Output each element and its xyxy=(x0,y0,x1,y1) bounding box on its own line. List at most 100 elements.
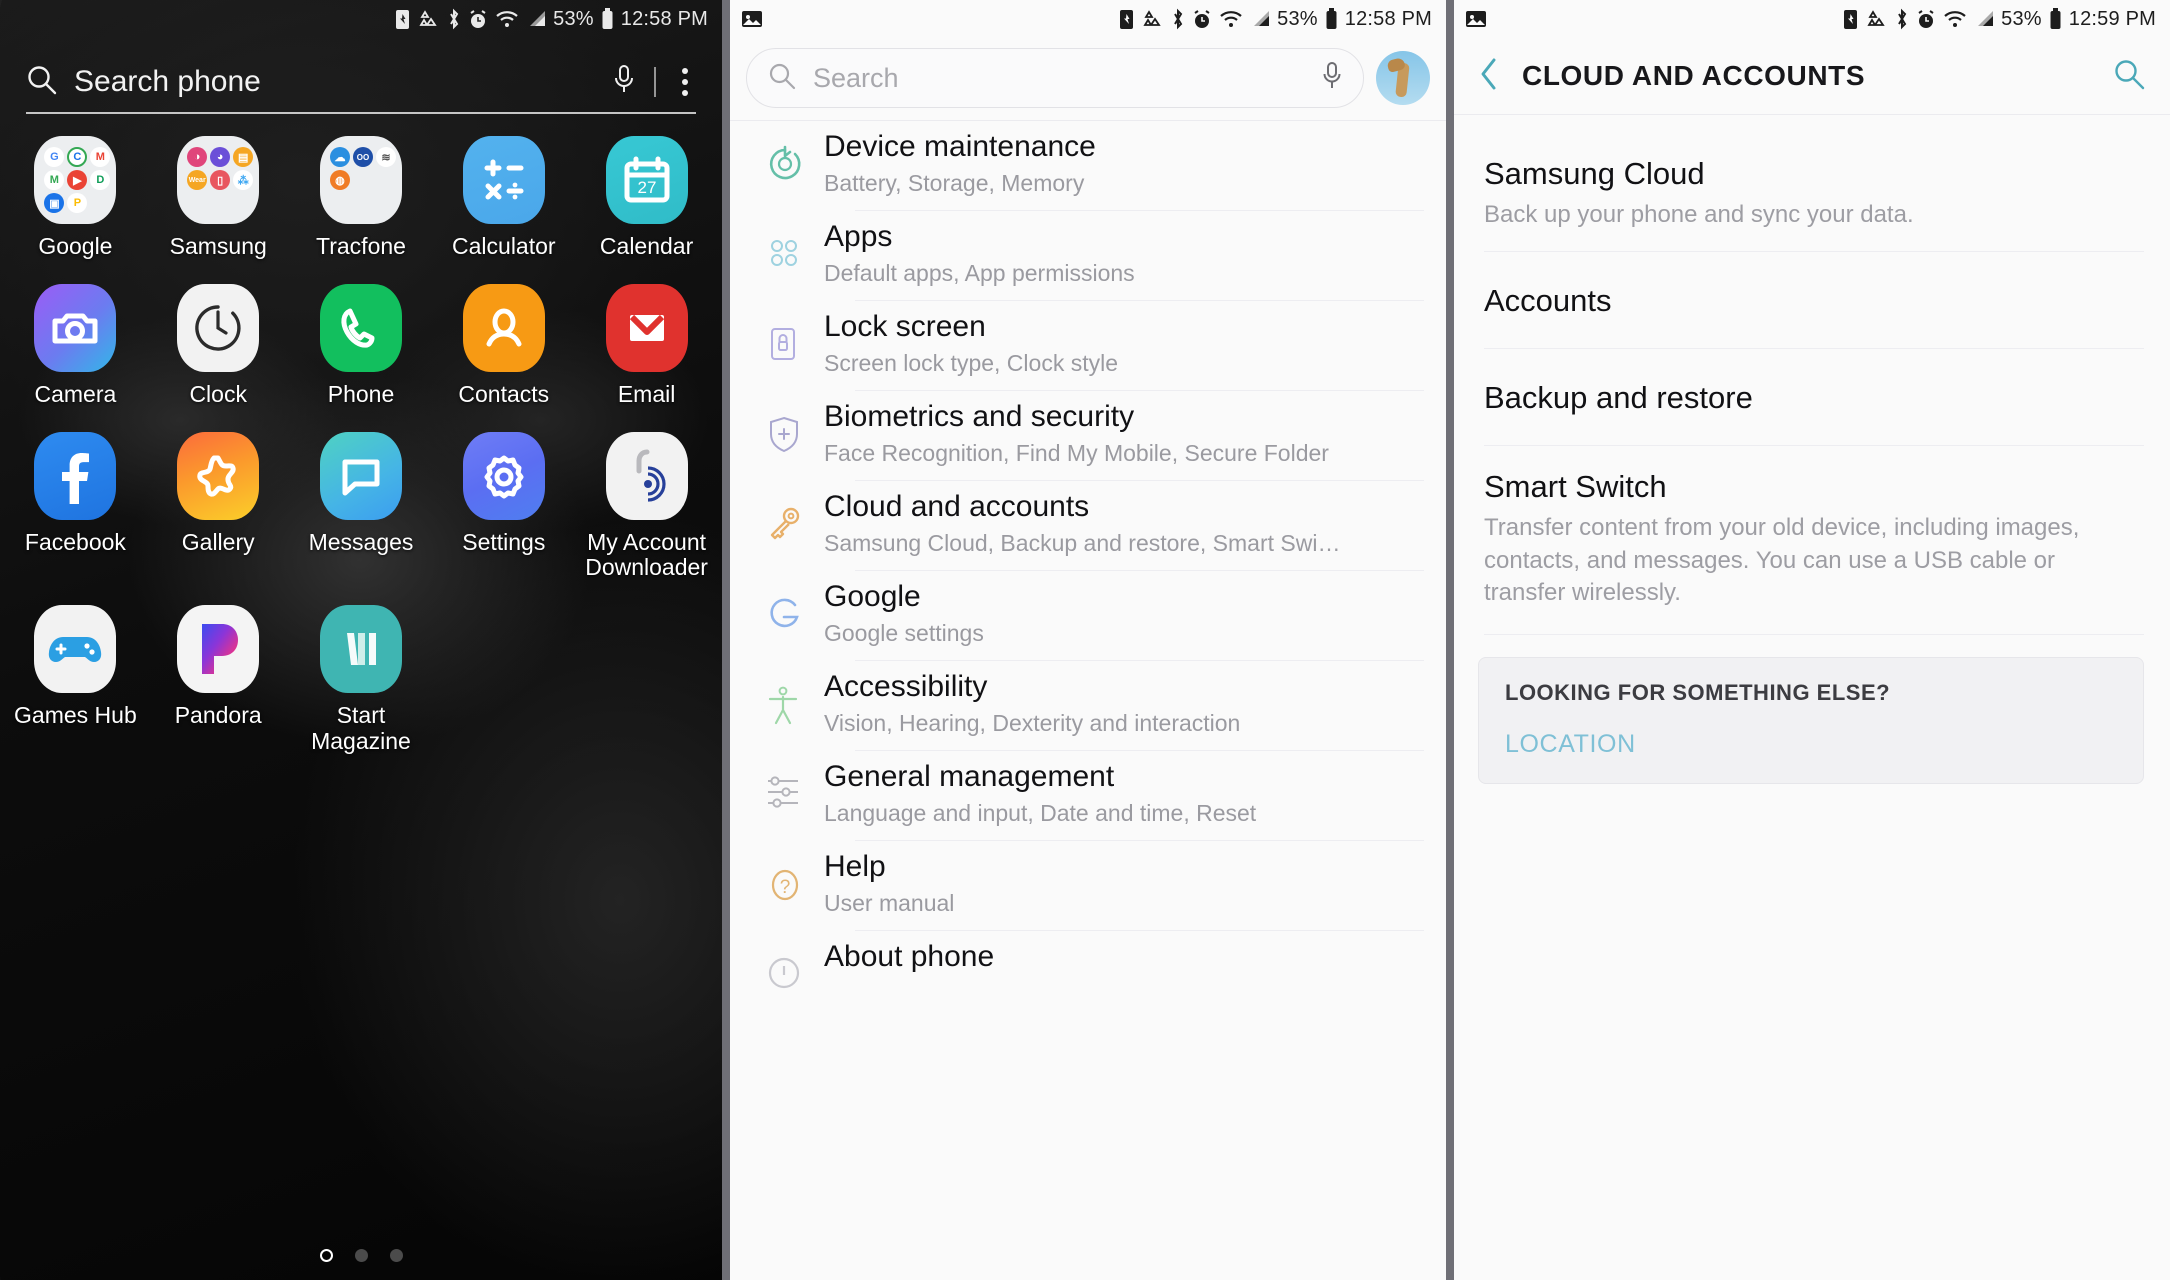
facebook-icon xyxy=(34,431,117,520)
app-item-camera[interactable]: Camera xyxy=(4,283,147,408)
app-item-facebook[interactable]: Facebook xyxy=(4,431,147,582)
cloud-and-accounts-panel: 53% 12:59 PM CLOUD AND ACCOUNTS Samsung … xyxy=(1454,0,2170,1280)
app-item-settings[interactable]: Settings xyxy=(432,431,575,582)
row-subtitle: Language and input, Date and time, Reset xyxy=(824,800,1257,827)
settings-row-about-phone[interactable]: About phone xyxy=(730,931,1446,1021)
folder-icon: ◑ ◕ ▤ Wear ▯ ⁂ xyxy=(177,136,260,224)
row-subtitle: Screen lock type, Clock style xyxy=(824,350,1119,377)
signal-icon xyxy=(526,10,546,28)
battery-icon xyxy=(601,8,614,30)
app-item-phone[interactable]: Phone xyxy=(290,283,433,408)
app-item-messages[interactable]: Messages xyxy=(290,431,433,582)
key-icon xyxy=(764,481,824,545)
app-label: Calculator xyxy=(452,233,556,259)
settings-row-accessibility[interactable]: Accessibility Vision, Hearing, Dexterity… xyxy=(730,661,1446,751)
page-dot-1[interactable] xyxy=(319,1249,333,1262)
row-divider xyxy=(1484,634,2144,636)
search-icon[interactable] xyxy=(2112,57,2146,96)
calendar-day: 27 xyxy=(637,178,656,197)
settings-row-google[interactable]: Google Google settings xyxy=(730,571,1446,661)
cloud-row-smart-switch[interactable]: Smart Switch Transfer content from your … xyxy=(1454,446,2170,636)
sliders-icon xyxy=(764,751,824,811)
app-item-calculator[interactable]: Calculator xyxy=(432,136,575,260)
settings-row-biometrics-and-security[interactable]: Biometrics and security Face Recognition… xyxy=(730,391,1446,481)
battery-percent: 53% xyxy=(1277,7,1318,30)
bluetooth-icon xyxy=(1895,8,1909,30)
app-item-pandora[interactable]: Pandora xyxy=(147,605,290,755)
app-item-start-magazine[interactable]: Start Magazine xyxy=(290,605,433,755)
search-input[interactable]: Search phone xyxy=(26,52,696,114)
image-notification-icon xyxy=(740,8,764,30)
svg-text:?: ? xyxy=(780,877,791,898)
app-item-calendar[interactable]: 27 Calendar xyxy=(575,136,718,260)
app-item-gallery[interactable]: Gallery xyxy=(147,431,290,582)
page-dot-3[interactable] xyxy=(389,1249,403,1262)
app-item-games-hub[interactable]: Games Hub xyxy=(4,605,147,755)
settings-list: Device maintenance Battery, Storage, Mem… xyxy=(730,103,1446,1021)
pandora-icon xyxy=(177,605,260,693)
back-chevron-icon[interactable] xyxy=(1476,55,1502,98)
cloud-row-accounts[interactable]: Accounts xyxy=(1454,252,2170,349)
app-label: Tracfone xyxy=(316,233,406,259)
row-title: Biometrics and security xyxy=(824,400,1135,433)
app-label: Settings xyxy=(462,528,546,555)
wifi-icon xyxy=(1219,9,1243,29)
app-label: Camera xyxy=(34,380,117,407)
app-item-email[interactable]: Email xyxy=(575,283,718,408)
search-placeholder: Search phone xyxy=(74,65,261,98)
app-item-contacts[interactable]: Contacts xyxy=(432,283,575,408)
microphone-icon[interactable] xyxy=(612,63,636,102)
settings-row-apps[interactable]: Apps Default apps, App permissions xyxy=(730,211,1446,301)
appbar-divider xyxy=(1454,114,2170,115)
app-label: Calendar xyxy=(599,233,694,259)
row-subtitle: Vision, Hearing, Dexterity and interacti… xyxy=(824,710,1241,737)
gallery-icon xyxy=(177,431,260,520)
folder-icon: G C M M ▶ D ▣ P xyxy=(34,136,117,224)
settings-row-cloud-and-accounts[interactable]: Cloud and accounts Samsung Cloud, Backup… xyxy=(730,481,1446,571)
app-item-tracfone-folder[interactable]: ☁ OO ≋ ◍ Tracfone xyxy=(290,136,433,260)
battery-icon xyxy=(1325,8,1338,30)
app-item-google-folder[interactable]: G C M M ▶ D ▣ P Google xyxy=(4,136,147,260)
row-title: Help xyxy=(824,850,886,883)
battery-percent: 53% xyxy=(553,7,594,30)
row-title: Backup and restore xyxy=(1484,379,1753,415)
app-item-clock[interactable]: Clock xyxy=(147,283,290,408)
location-link[interactable]: LOCATION xyxy=(1505,730,2117,759)
alarm-icon xyxy=(468,9,488,30)
app-label: Facebook xyxy=(24,528,126,555)
settings-row-help[interactable]: ? Help User manual xyxy=(730,841,1446,931)
app-label: Phone xyxy=(327,380,395,407)
card-title: LOOKING FOR SOMETHING ELSE? xyxy=(1505,680,1891,706)
cloud-row-backup-and-restore[interactable]: Backup and restore xyxy=(1454,349,2170,446)
settings-row-lock-screen[interactable]: Lock screen Screen lock type, Clock styl… xyxy=(730,301,1446,391)
bluetooth-icon xyxy=(1171,8,1185,30)
overflow-menu-icon[interactable] xyxy=(674,64,696,100)
avatar[interactable] xyxy=(1376,51,1430,105)
microphone-icon[interactable] xyxy=(1321,60,1343,97)
signal-icon xyxy=(1250,10,1270,28)
search-input[interactable]: Search xyxy=(746,48,1364,108)
messages-icon xyxy=(319,431,402,520)
app-item-my-account-downloader[interactable]: My Account Downloader xyxy=(575,431,718,582)
app-label: Messages xyxy=(308,528,414,555)
looking-for-something-else-card: LOOKING FOR SOMETHING ELSE? LOCATION xyxy=(1478,657,2144,785)
data-saver-icon xyxy=(1142,9,1164,29)
info-icon xyxy=(764,931,824,993)
cloud-row-samsung-cloud[interactable]: Samsung Cloud Back up your phone and syn… xyxy=(1454,133,2170,252)
bluetooth-icon xyxy=(447,8,461,30)
status-bar-settings: 53% 12:58 PM xyxy=(730,0,1446,38)
data-saver-icon xyxy=(1866,9,1888,29)
clock-time: 12:58 PM xyxy=(620,7,708,30)
page-dot-2[interactable] xyxy=(354,1249,368,1262)
camera-icon xyxy=(34,283,117,372)
data-saver-icon xyxy=(418,9,440,29)
settings-row-device-maintenance[interactable]: Device maintenance Battery, Storage, Mem… xyxy=(730,103,1446,211)
app-label: Gallery xyxy=(181,528,255,555)
page-indicator[interactable] xyxy=(0,1249,722,1262)
alarm-icon xyxy=(1916,9,1936,30)
settings-panel: 53% 12:58 PM Search Device maintenance B… xyxy=(730,0,1446,1280)
settings-row-general-management[interactable]: General management Language and input, D… xyxy=(730,751,1446,841)
app-item-samsung-folder[interactable]: ◑ ◕ ▤ Wear ▯ ⁂ Samsung xyxy=(147,136,290,260)
row-title: Cloud and accounts xyxy=(824,490,1090,523)
alarm-icon xyxy=(1192,9,1212,30)
